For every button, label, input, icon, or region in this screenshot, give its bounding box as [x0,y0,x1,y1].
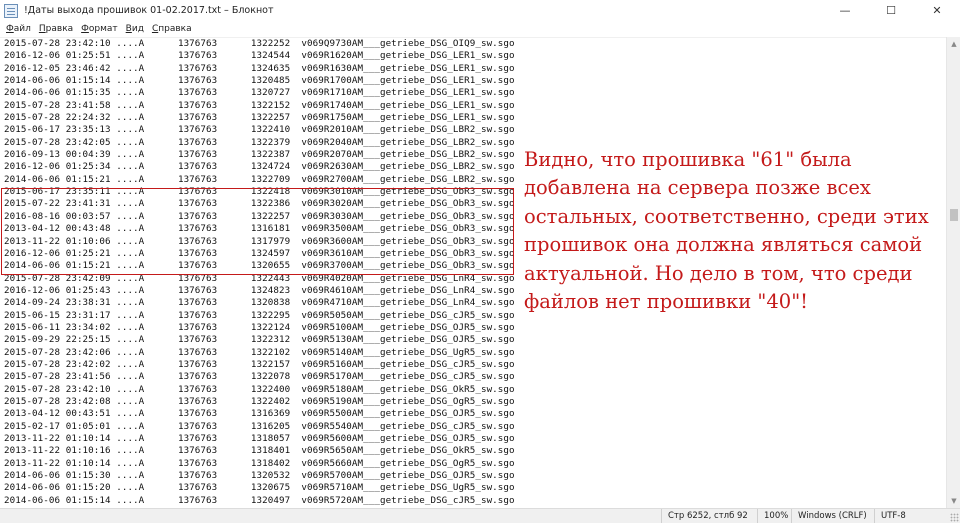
text-line: 2016-12-06 01:25:51 ....A 1376763 132454… [4,50,515,62]
vertical-scrollbar[interactable]: ▲ ▼ [946,37,960,508]
menu-file[interactable]: Файл [3,24,34,34]
text-line: 2013-11-22 01:10:14 ....A 1376763 131840… [4,457,515,469]
status-line-endings: Windows (CRLF) [791,509,874,523]
close-button[interactable]: ✕ [914,0,960,21]
menu-help[interactable]: Справка [149,24,195,34]
text-line: 2013-11-22 01:10:16 ....A 1376763 131840… [4,445,515,457]
text-line: 2015-07-28 23:42:10 ....A 1376763 132240… [4,383,515,395]
scrollbar-thumb[interactable] [950,209,958,221]
text-line: 2014-06-06 01:15:30 ....A 1376763 132053… [4,470,515,482]
resize-grip[interactable] [950,513,959,522]
text-line: 2014-06-06 01:15:35 ....A 1376763 132072… [4,87,515,99]
arrow-down-icon: ▼ [951,497,957,505]
window-controls: — ☐ ✕ [822,0,960,21]
menu-format[interactable]: Формат [78,24,121,34]
title-bar[interactable]: !Даты выхода прошивок 01-02.2017.txt – Б… [0,0,960,21]
annotation-line: файлов нет прошивки "40"! [524,290,809,314]
text-line: 2015-02-17 01:05:01 ....A 1376763 131620… [4,420,515,432]
annotation-line: добавлена на сервера позже всех [524,176,871,200]
menu-bar: Файл Правка Формат Вид Справка [0,21,960,37]
text-line: 2015-07-28 22:24:32 ....A 1376763 132225… [4,112,515,124]
text-line: 2015-07-28 23:42:06 ....A 1376763 132210… [4,346,515,358]
minimize-icon: — [839,4,851,17]
text-line: 2016-12-05 23:46:42 ....A 1376763 132463… [4,62,515,74]
text-editor[interactable]: 2015-07-28 23:42:10 ....A 1376763 132225… [0,37,946,508]
text-line: 2014-06-06 01:15:14 ....A 1376763 132048… [4,75,515,87]
window-title: !Даты выхода прошивок 01-02.2017.txt – Б… [24,5,274,16]
menu-view[interactable]: Вид [123,24,147,34]
annotation-line: Видно, что прошивка "61" была [524,148,852,171]
text-line: 2014-06-06 01:15:14 ....A 1376763 132049… [4,494,515,506]
text-line: 2015-07-28 23:42:02 ....A 1376763 132215… [4,358,515,370]
annotation-line: актуальной. Но дело в том, что среди [524,261,913,285]
text-line: 2015-07-28 23:41:58 ....A 1376763 132215… [4,99,515,111]
text-line: 2013-04-12 00:43:51 ....A 1376763 131636… [4,408,515,420]
status-bar: Стр 6252, стлб 92 100% Windows (CRLF) UT… [0,508,960,523]
text-line: 2015-06-17 23:35:13 ....A 1376763 132241… [4,124,515,136]
text-line: 2015-07-28 23:41:56 ....A 1376763 132207… [4,371,515,383]
text-line: 2015-07-28 23:42:08 ....A 1376763 132240… [4,395,515,407]
text-line: 2013-11-22 01:10:14 ....A 1376763 131805… [4,433,515,444]
status-encoding: UTF-8 [874,509,960,523]
menu-edit[interactable]: Правка [36,24,76,34]
status-position: Стр 6252, стлб 92 [661,509,757,523]
scroll-up-button[interactable]: ▲ [947,37,960,51]
annotation-line: прошивок она должна являться самой [524,233,923,257]
status-zoom: 100% [757,509,791,523]
maximize-button[interactable]: ☐ [868,0,914,21]
scroll-down-button[interactable]: ▼ [947,494,960,508]
maximize-icon: ☐ [886,4,896,17]
annotation-line: остальных, соответственно, среди этих [524,204,929,228]
text-line: 2015-07-28 23:42:10 ....A 1376763 132225… [4,38,515,49]
minimize-button[interactable]: — [822,0,868,21]
notepad-icon [4,3,18,18]
annotation-text: Видно, что прошивка "61" была добавлена н… [524,146,944,316]
arrow-up-icon: ▲ [951,40,957,48]
text-line: 2014-06-06 01:15:20 ....A 1376763 132067… [4,482,515,494]
close-icon: ✕ [932,4,942,17]
text-line: 2015-09-29 22:25:15 ....A 1376763 132231… [4,334,515,346]
text-line: 2015-06-11 23:34:02 ....A 1376763 132212… [4,321,515,333]
